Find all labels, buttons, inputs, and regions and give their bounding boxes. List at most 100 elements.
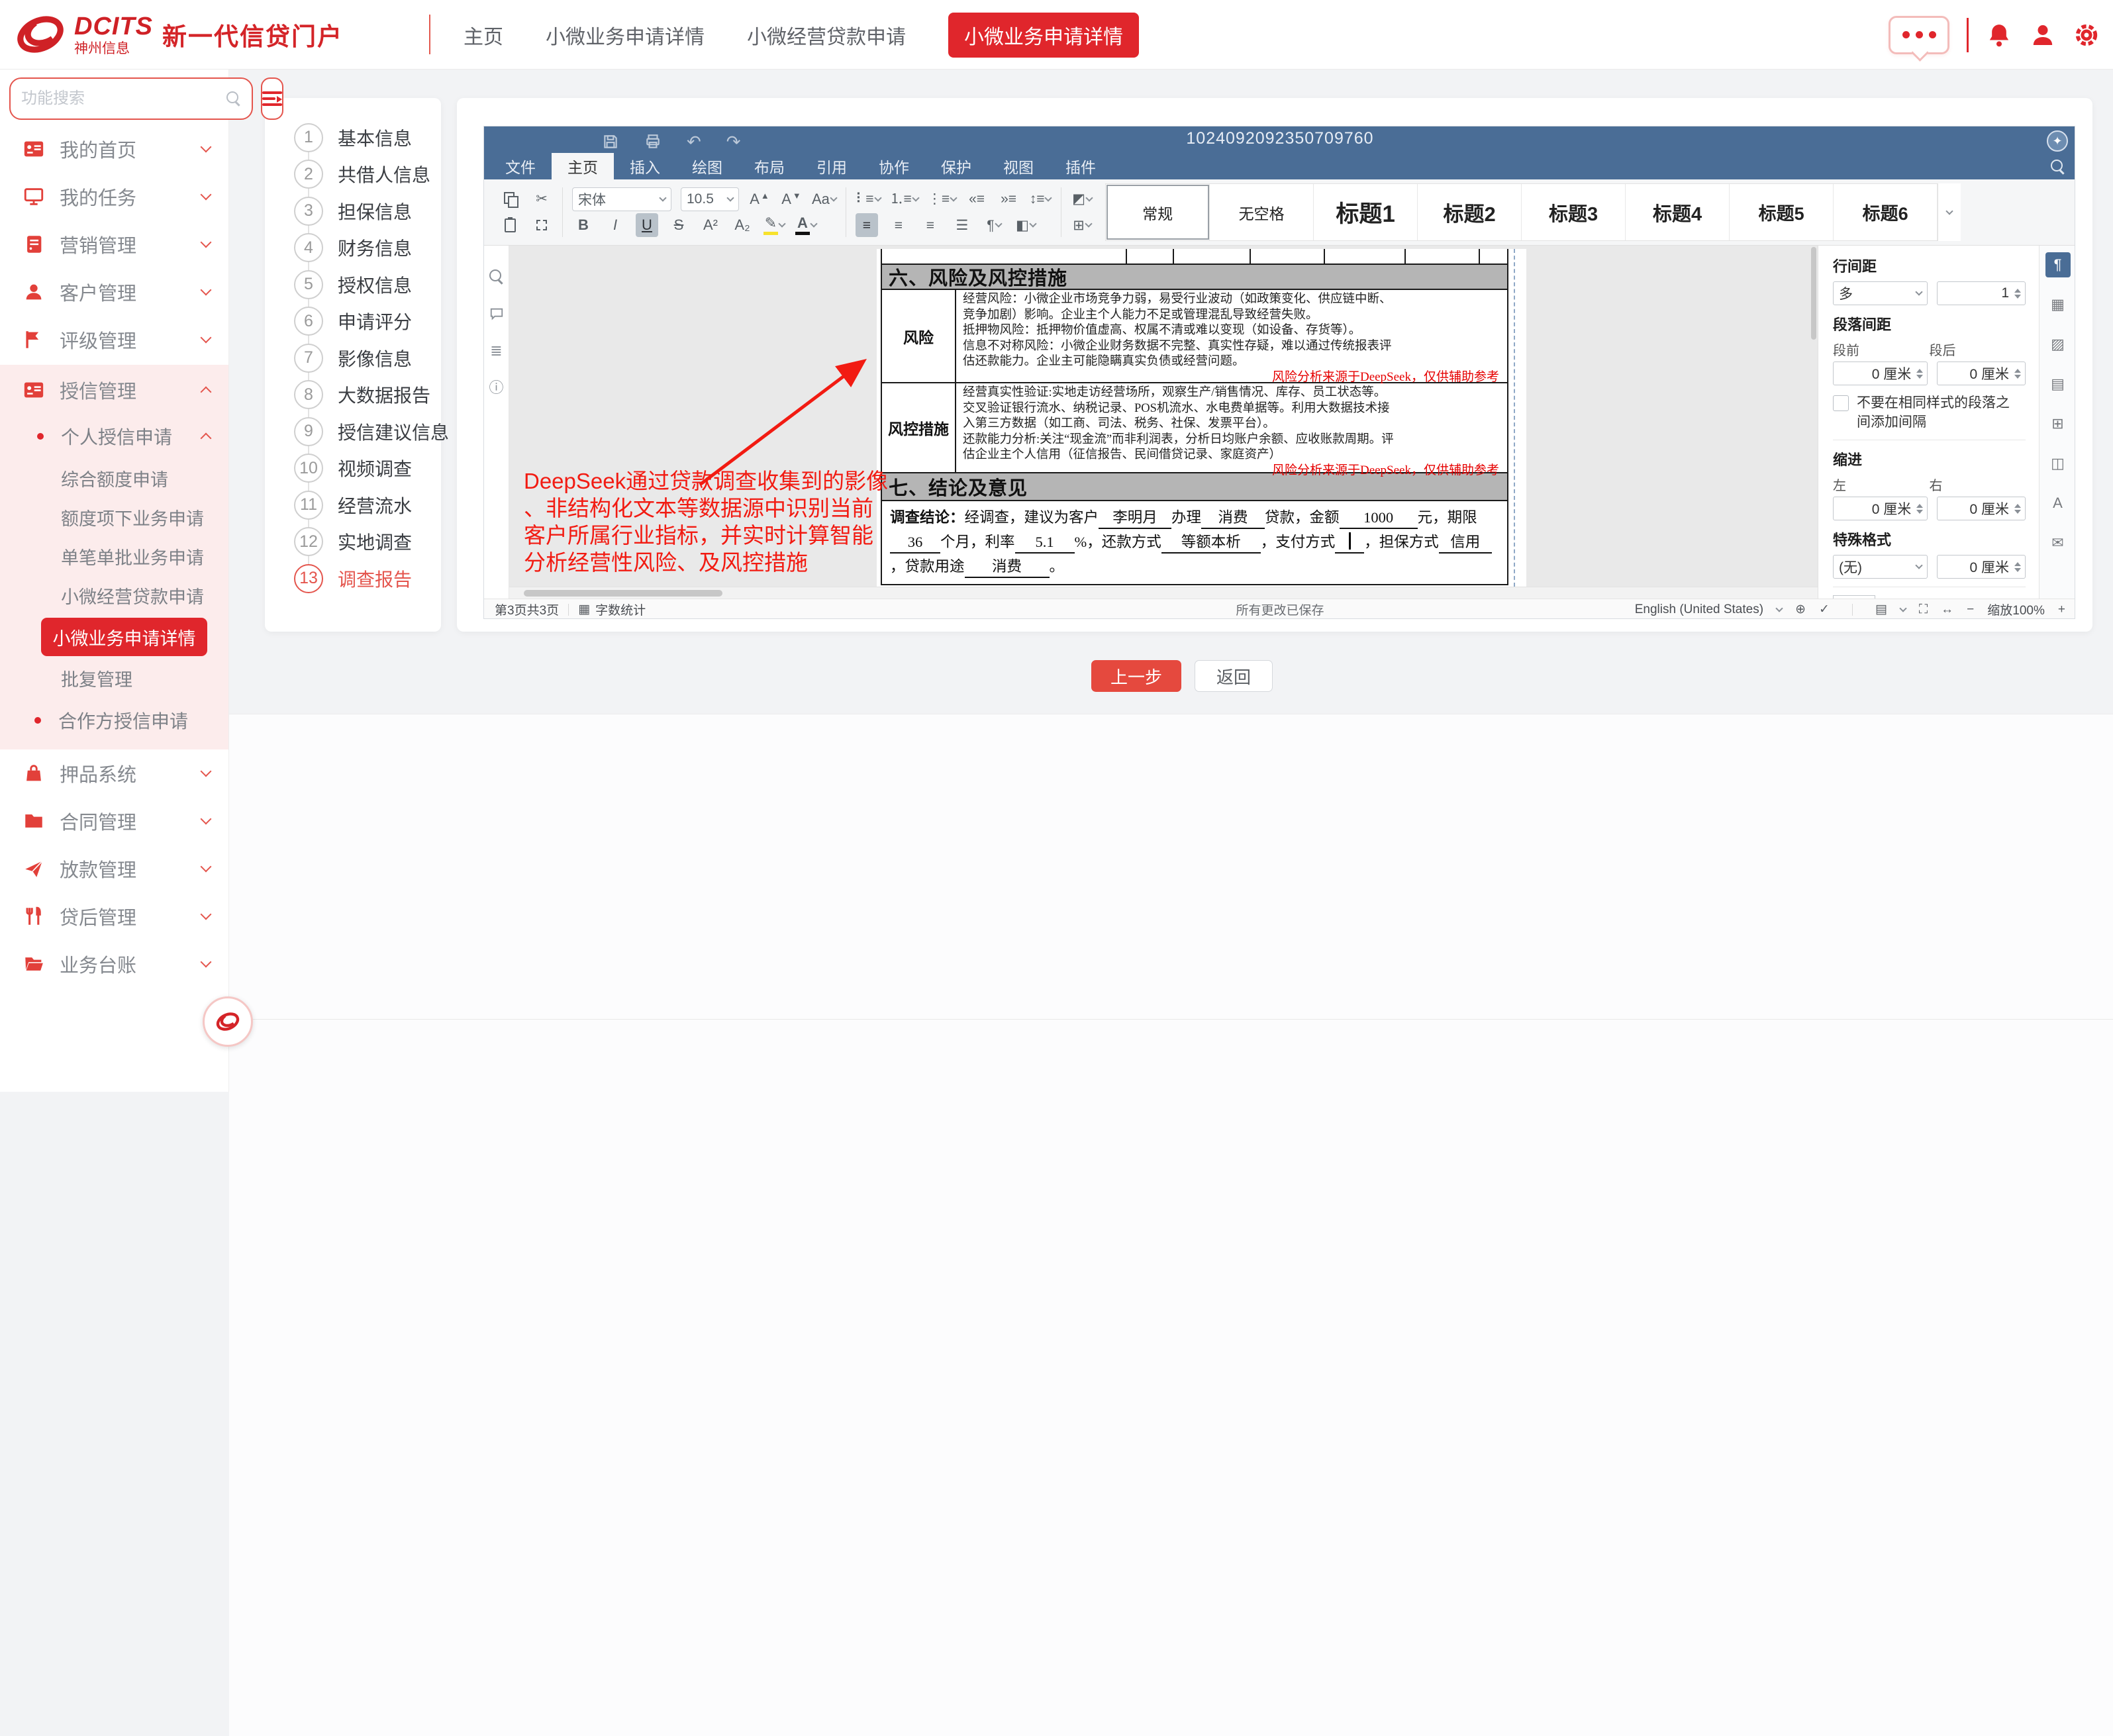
sidebar-item-押品系统[interactable]: 押品系统 xyxy=(0,749,228,797)
comment-icon[interactable] xyxy=(489,307,504,321)
top-tab-1[interactable]: 主页 xyxy=(464,21,503,50)
conclusion-blank[interactable] xyxy=(1335,532,1364,554)
change-case-button[interactable]: Aa xyxy=(812,187,836,211)
search-input[interactable] xyxy=(21,89,226,108)
select-button[interactable] xyxy=(530,213,553,237)
sidebar-item-放款管理[interactable]: 放款管理 xyxy=(0,845,228,892)
top-tab-2[interactable]: 小微业务申请详情 xyxy=(546,21,705,50)
language-selector[interactable]: English (United States) xyxy=(1635,603,1763,617)
shrink-font-button[interactable]: A▼ xyxy=(780,187,803,211)
conclusion-blank[interactable]: 消费 xyxy=(965,557,1050,578)
editor-tab-插件[interactable]: 插件 xyxy=(1050,153,1112,179)
font-name-select[interactable]: 宋体 xyxy=(572,187,671,211)
outline-icon[interactable]: ≣ xyxy=(490,344,502,358)
indent-right-stepper[interactable]: 0 厘米 xyxy=(1937,497,2026,520)
sidebar-item-我的首页[interactable]: 我的首页 xyxy=(0,125,228,173)
conclusion-blank[interactable]: 1000 xyxy=(1340,508,1418,529)
step-item-9[interactable]: 9授信建议信息 xyxy=(265,413,441,450)
previous-step-button[interactable]: 上一步 xyxy=(1091,660,1181,692)
style-无空格[interactable]: 无空格 xyxy=(1210,184,1314,240)
columns-panel-icon[interactable]: ◫ xyxy=(2045,451,2071,476)
sidebar-item-个人授信申请[interactable]: 个人授信申请 xyxy=(0,414,228,459)
indent-left-stepper[interactable]: 0 厘米 xyxy=(1833,497,1928,520)
image-panel-icon[interactable]: ▨ xyxy=(2045,332,2071,357)
style-标题6[interactable]: 标题6 xyxy=(1834,184,1938,240)
paste-button[interactable] xyxy=(499,213,521,237)
editor-tab-主页[interactable]: 主页 xyxy=(552,153,614,179)
superscript-button[interactable]: A² xyxy=(699,213,722,237)
sidebar-subitem-单笔单批业务申请[interactable]: 单笔单批业务申请 xyxy=(0,537,228,576)
step-down-icon[interactable] xyxy=(2014,295,2021,299)
top-tab-3[interactable]: 小微经营贷款申请 xyxy=(747,21,906,50)
zoom-out-icon[interactable]: − xyxy=(1967,603,1974,617)
step-item-5[interactable]: 5授权信息 xyxy=(265,266,441,303)
editor-tab-绘图[interactable]: 绘图 xyxy=(676,153,738,179)
document-canvas[interactable]: 六、风险及风控措施 风险 经营风险：小微企业市场竞争力弱，易受行业波动（如政策变… xyxy=(509,246,1818,599)
user-icon[interactable] xyxy=(2030,22,2056,48)
globe-icon[interactable]: ⊕ xyxy=(1795,602,1806,617)
sidebar-item-我的任务[interactable]: 我的任务 xyxy=(0,173,228,220)
special-format-select[interactable]: (无) xyxy=(1833,555,1928,579)
step-item-10[interactable]: 10视频调查 xyxy=(265,450,441,487)
bold-button[interactable]: B xyxy=(572,213,595,237)
editor-search-icon[interactable] xyxy=(2051,160,2065,174)
style-标题1[interactable]: 标题1 xyxy=(1314,184,1418,240)
bell-icon[interactable] xyxy=(1986,22,2012,48)
fit-width-icon[interactable]: ↔ xyxy=(1941,603,1953,617)
line-spacing-select[interactable]: 多 xyxy=(1833,281,1928,305)
step-item-8[interactable]: 8大数据报告 xyxy=(265,377,441,414)
document-page[interactable]: 六、风险及风控措施 风险 经营风险：小微企业市场竞争力弱，易受行业波动（如政策变… xyxy=(877,249,1526,587)
conclusion-paragraph[interactable]: 调查结论：经调查，建议为客户李明月办理消费贷款，金额1000元，期限36个月，利… xyxy=(881,501,1508,585)
align-right-button[interactable]: ≡ xyxy=(919,213,942,237)
more-bubble-icon[interactable] xyxy=(1889,16,1949,54)
special-format-stepper[interactable]: 0 厘米 xyxy=(1937,555,2026,579)
italic-button[interactable]: I xyxy=(604,213,626,237)
fill-color-button[interactable]: ◩ xyxy=(1071,187,1093,211)
step-item-2[interactable]: 2共借人信息 xyxy=(265,156,441,193)
sidebar-collapse-button[interactable] xyxy=(261,77,283,120)
conclusion-blank[interactable]: 信用 xyxy=(1439,532,1492,554)
highlight-color-button[interactable]: ✎ xyxy=(763,213,785,237)
editor-avatar-icon[interactable]: ✦ xyxy=(2047,130,2068,152)
style-标题2[interactable]: 标题2 xyxy=(1418,184,1522,240)
info-icon[interactable]: ⓘ xyxy=(489,381,503,395)
step-item-7[interactable]: 7影像信息 xyxy=(265,340,441,377)
sidebar-item-客户管理[interactable]: 客户管理 xyxy=(0,268,228,316)
step-item-1[interactable]: 1基本信息 xyxy=(265,119,441,156)
subscript-button[interactable]: A₂ xyxy=(731,213,754,237)
editor-tab-保护[interactable]: 保护 xyxy=(925,153,987,179)
conclusion-blank[interactable]: 李明月 xyxy=(1099,508,1171,529)
same-style-checkbox[interactable] xyxy=(1833,395,1849,411)
floating-assistant-button[interactable] xyxy=(203,996,253,1047)
numbered-list-button[interactable]: ⒈≡ xyxy=(890,187,918,211)
zoom-search-icon[interactable] xyxy=(489,269,504,284)
step-item-12[interactable]: 12实地调查 xyxy=(265,524,441,561)
text-panel-icon[interactable]: A xyxy=(2045,491,2071,516)
step-item-13[interactable]: 13调查报告 xyxy=(265,560,441,597)
sidebar-item-业务台账[interactable]: 业务台账 xyxy=(0,940,228,988)
sidebar-subitem-小微业务申请详情[interactable]: 小微业务申请详情 xyxy=(41,618,207,656)
language-dropdown-icon[interactable] xyxy=(1775,604,1783,612)
top-tab-4[interactable]: 小微业务申请详情 xyxy=(948,13,1139,58)
cut-button[interactable]: ✂ xyxy=(530,187,553,211)
table-panel-icon[interactable]: ▦ xyxy=(2045,292,2071,317)
sidebar-item-授信管理[interactable]: 授信管理 xyxy=(0,366,228,414)
space-after-stepper[interactable]: 0 厘米 xyxy=(1937,362,2026,385)
mail-panel-icon[interactable]: ✉ xyxy=(2045,530,2071,555)
sidebar-subitem-综合额度申请[interactable]: 综合额度申请 xyxy=(0,459,228,498)
font-color-button[interactable]: A xyxy=(795,213,817,237)
sidebar-search[interactable] xyxy=(9,77,253,120)
conclusion-blank[interactable]: 5.1 xyxy=(1015,532,1075,554)
align-center-button[interactable]: ≡ xyxy=(887,213,910,237)
zoom-level[interactable]: 缩放100% xyxy=(1987,601,2045,618)
step-item-4[interactable]: 4财务信息 xyxy=(265,230,441,267)
bullet-list-button[interactable]: ⠇≡ xyxy=(856,187,881,211)
spellcheck-icon[interactable]: ✓ xyxy=(1819,602,1830,617)
sidebar-subitem-小微经营贷款申请[interactable]: 小微经营贷款申请 xyxy=(0,576,228,615)
sidebar-item-合同管理[interactable]: 合同管理 xyxy=(0,797,228,845)
paragraph-panel-icon[interactable]: ¶ xyxy=(2045,252,2071,277)
justify-button[interactable]: ☰ xyxy=(951,213,973,237)
sidebar-item-贷后管理[interactable]: 贷后管理 xyxy=(0,892,228,940)
step-item-6[interactable]: 6申请评分 xyxy=(265,303,441,340)
word-count-label[interactable]: 字数统计 xyxy=(595,601,646,618)
